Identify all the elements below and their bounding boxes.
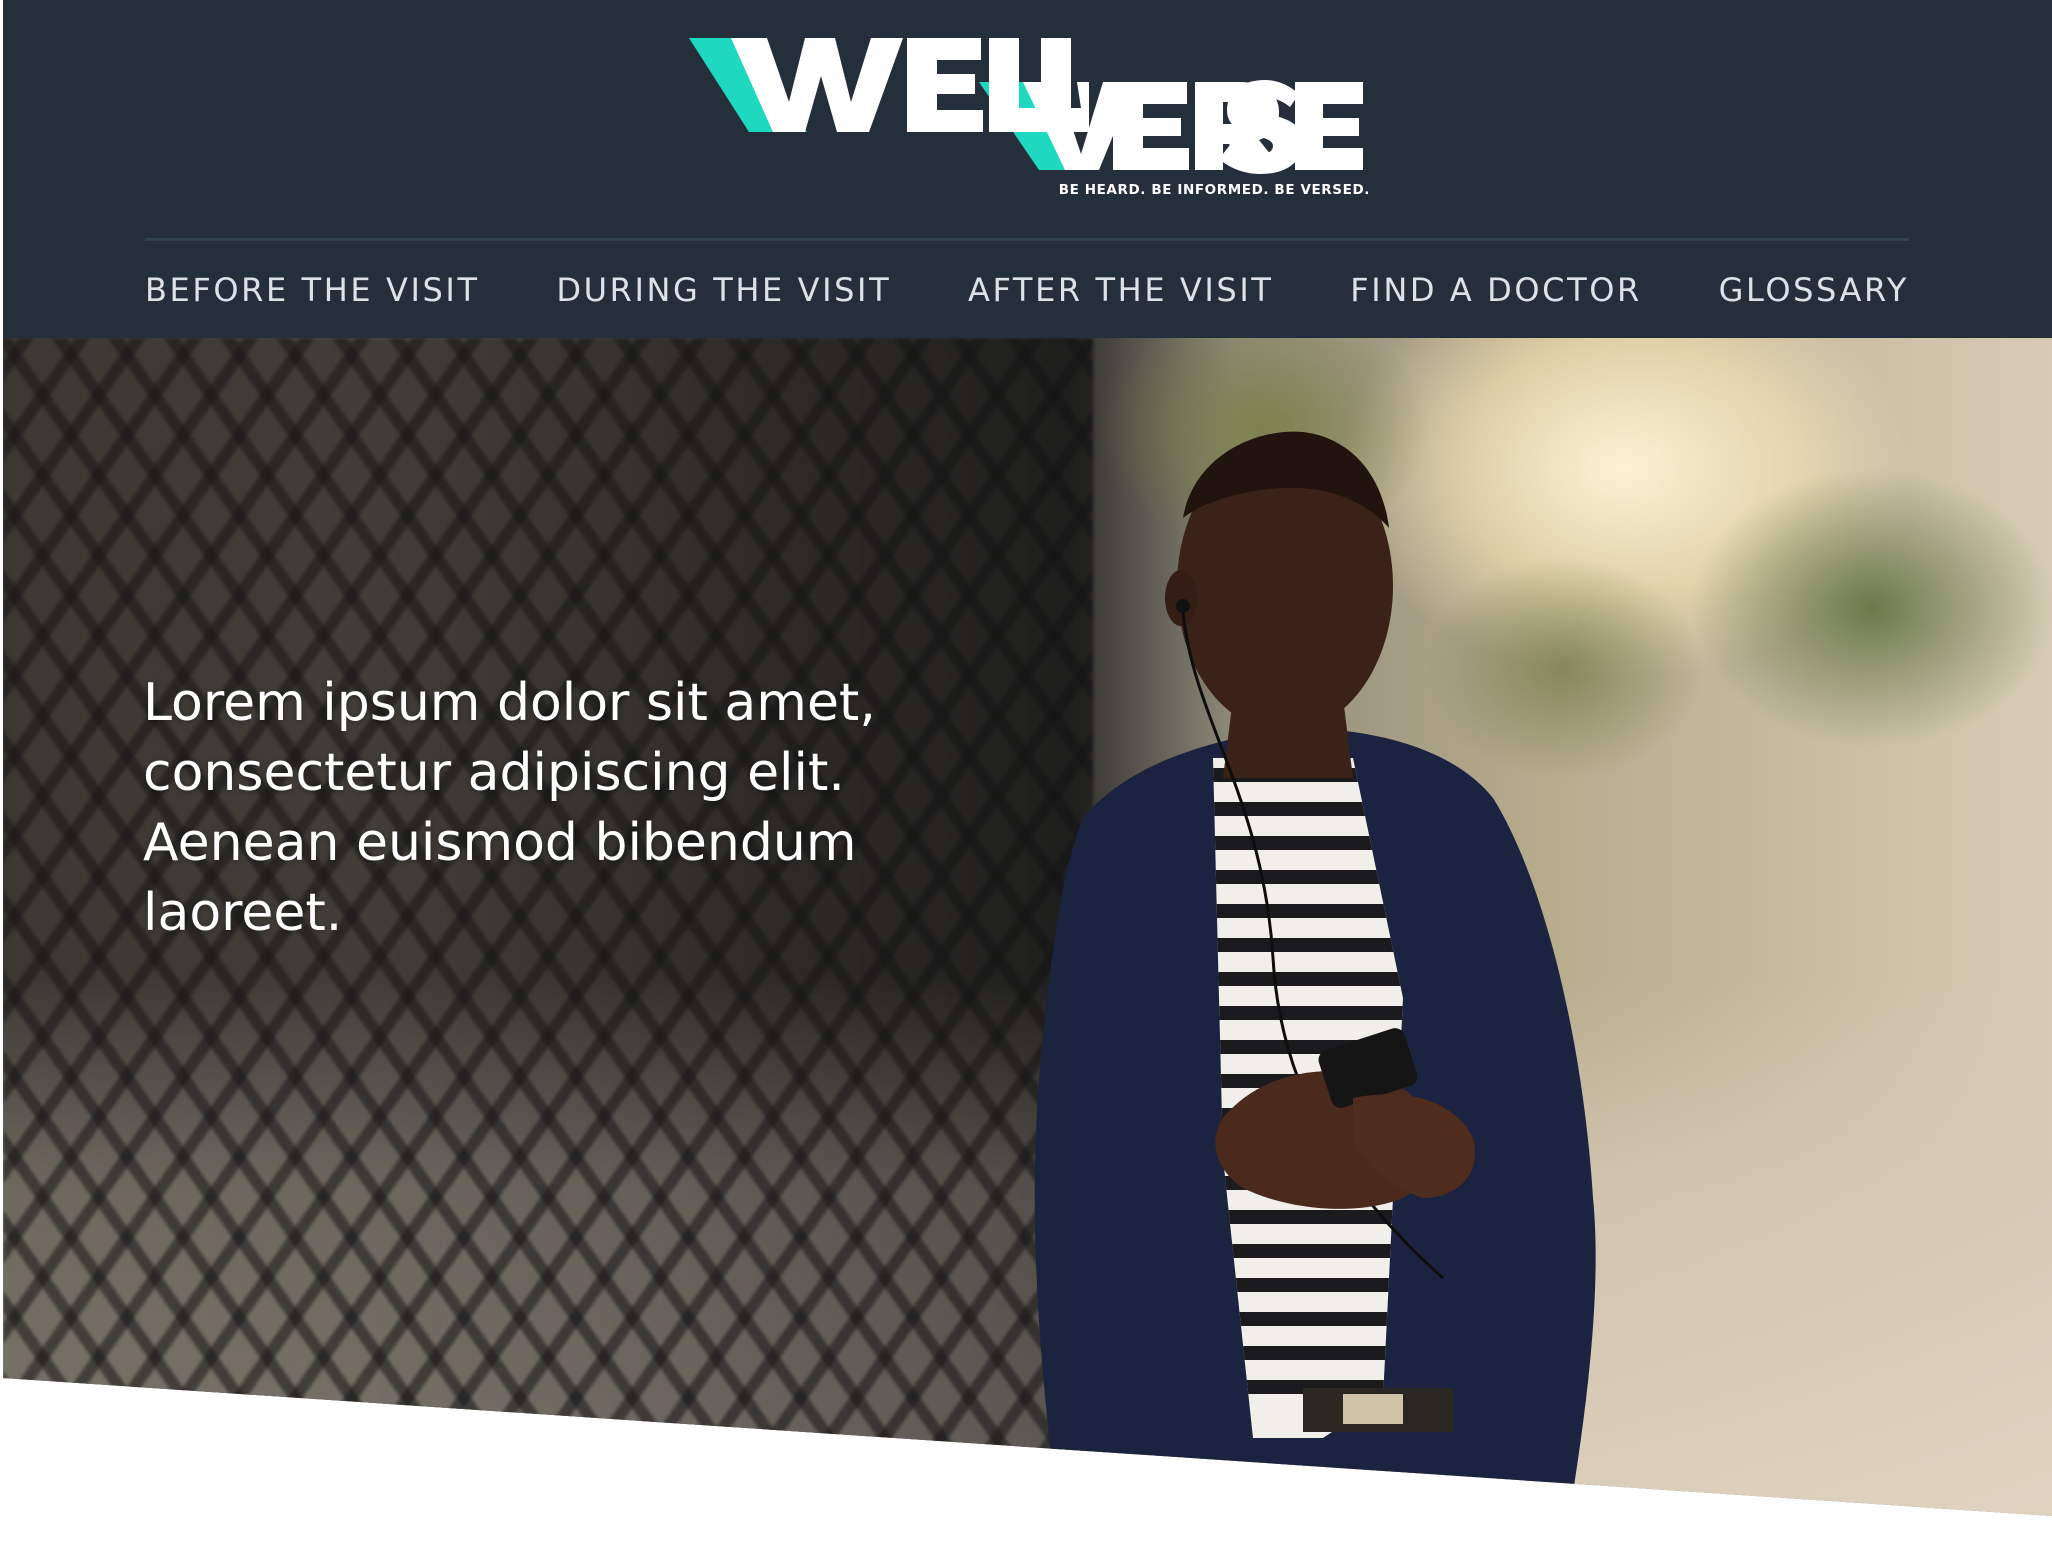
nav-before-the-visit[interactable]: BEFORE THE VISIT	[145, 271, 480, 309]
man-silhouette-icon	[1034, 431, 1596, 1516]
header-divider	[145, 238, 1909, 241]
wellversed-logo[interactable]	[689, 36, 1369, 204]
main-nav: BEFORE THE VISIT DURING THE VISIT AFTER …	[145, 268, 1909, 312]
nav-during-the-visit[interactable]: DURING THE VISIT	[556, 271, 891, 309]
page: BE HEARD. BE INFORMED. BE VERSED. BEFORE…	[0, 0, 2052, 1552]
hero-photo-man-with-phone	[1023, 398, 1613, 1516]
nav-find-a-doctor[interactable]: FIND A DOCTOR	[1350, 271, 1642, 309]
hero-headline: Lorem ipsum dolor sit amet, consectetur …	[143, 673, 876, 943]
hero-banner: Lorem ipsum dolor sit amet, consectetur …	[3, 338, 2052, 1516]
site-header: BE HEARD. BE INFORMED. BE VERSED. BEFORE…	[3, 0, 2052, 338]
logo-mark	[689, 38, 1363, 174]
nav-after-the-visit[interactable]: AFTER THE VISIT	[968, 271, 1274, 309]
nav-glossary[interactable]: GLOSSARY	[1719, 271, 1909, 309]
logo-tagline: BE HEARD. BE INFORMED. BE VERSED.	[1058, 182, 1370, 198]
